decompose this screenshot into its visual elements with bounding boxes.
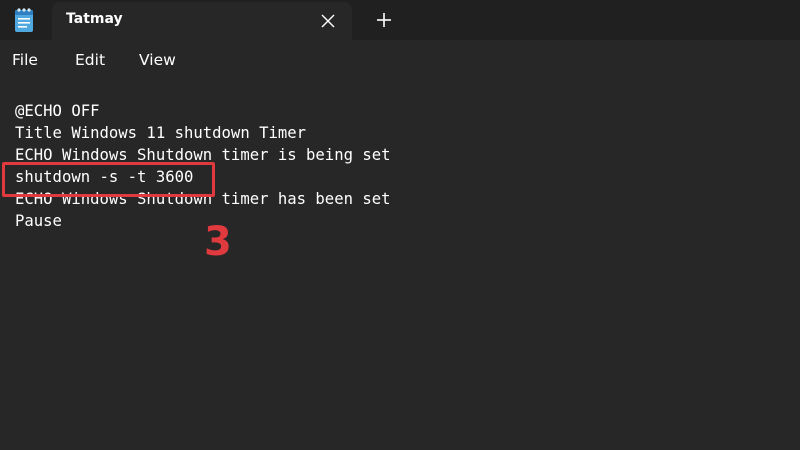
tab-title: Tatmay [66,11,123,27]
text-editor[interactable]: @ECHO OFF Title Windows 11 shutdown Time… [0,82,800,450]
editor-line: @ECHO OFF [15,102,100,120]
step-number-annotation: 3 [204,219,232,265]
editor-line: Pause [15,212,62,230]
menu-file[interactable]: File [12,51,38,69]
title-bar: Tatmay [0,0,800,40]
notepad-window: Tatmay File Edit View @ECHO OFF Title Wi… [0,0,800,450]
close-icon[interactable] [318,11,338,31]
menu-bar: File Edit View [0,40,800,80]
tab-tatmay[interactable]: Tatmay [52,2,352,40]
menu-view[interactable]: View [139,51,176,69]
plus-icon[interactable] [374,10,394,30]
highlight-box [2,162,215,197]
menu-edit[interactable]: Edit [75,51,105,69]
notepad-icon [12,7,36,33]
editor-line: Title Windows 11 shutdown Timer [15,124,307,142]
